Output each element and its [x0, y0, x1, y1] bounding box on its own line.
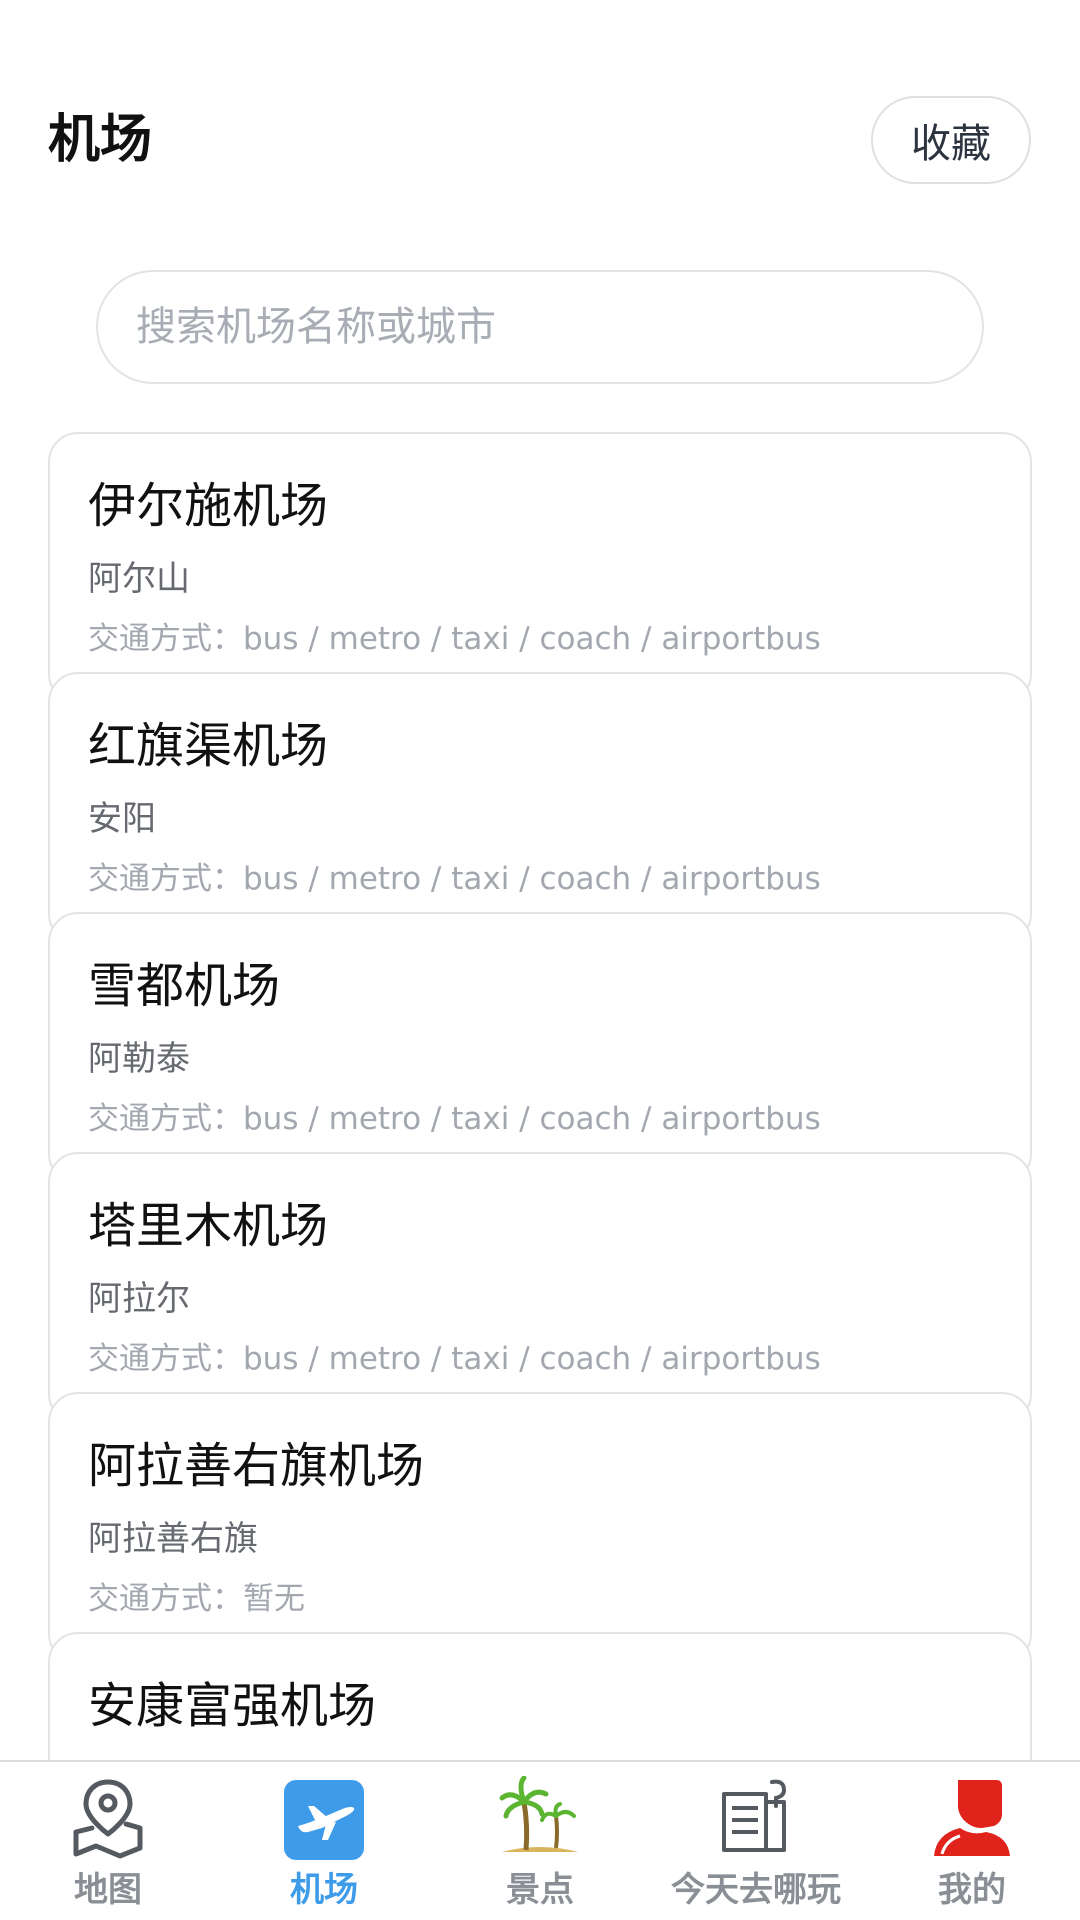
airport-name: 雪都机场: [88, 958, 281, 1014]
tab-label: 地图: [74, 1870, 142, 1910]
airport-list[interactable]: 伊尔施机场 阿尔山 交通方式：bus / metro / taxi / coac…: [48, 432, 1032, 1760]
tab-attractions[interactable]: 景点: [432, 1762, 648, 1920]
airport-card[interactable]: 伊尔施机场 阿尔山 交通方式：bus / metro / taxi / coac…: [48, 432, 1032, 704]
favorites-button[interactable]: 收藏: [871, 96, 1031, 184]
tab-airport[interactable]: 机场: [216, 1762, 432, 1920]
airport-transport: 交通方式：bus / metro / taxi / coach / airpor…: [88, 621, 821, 657]
airplane-icon: [284, 1780, 364, 1860]
tab-label: 景点: [506, 1870, 574, 1910]
airport-name: 塔里木机场: [88, 1198, 329, 1254]
page-title: 机场: [48, 110, 153, 170]
tab-label: 机场: [290, 1870, 358, 1910]
bottom-tab-bar: 地图 机场 景点 今天去哪玩 我的: [0, 1760, 1080, 1920]
airport-name: 阿拉善右旗机场: [88, 1438, 425, 1494]
tab-map[interactable]: 地图: [0, 1762, 216, 1920]
airport-card[interactable]: 安康富强机场: [48, 1632, 1032, 1760]
airport-transport: 交通方式：bus / metro / taxi / coach / airpor…: [88, 861, 821, 897]
airport-city: 阿勒泰: [88, 1039, 190, 1079]
tab-label: 我的: [938, 1870, 1006, 1910]
airport-transport: 交通方式：bus / metro / taxi / coach / airpor…: [88, 1101, 821, 1137]
airport-city: 阿拉尔: [88, 1279, 190, 1319]
tab-today[interactable]: 今天去哪玩: [648, 1762, 864, 1920]
search-box[interactable]: [96, 270, 984, 384]
document-icon: [722, 1779, 787, 1852]
user-icon: [934, 1780, 1010, 1856]
palm-tree-icon: [499, 1776, 578, 1852]
airport-card[interactable]: 塔里木机场 阿拉尔 交通方式：bus / metro / taxi / coac…: [48, 1152, 1032, 1424]
search-input[interactable]: [136, 272, 936, 382]
airport-city: 阿拉善右旗: [88, 1519, 258, 1559]
tab-mine[interactable]: 我的: [864, 1762, 1080, 1920]
airport-name: 伊尔施机场: [88, 478, 329, 534]
airport-card[interactable]: 阿拉善右旗机场 阿拉善右旗 交通方式：暂无: [48, 1392, 1032, 1664]
airport-name: 红旗渠机场: [88, 718, 329, 774]
airport-city: 阿尔山: [88, 559, 190, 599]
tab-label: 今天去哪玩: [671, 1870, 841, 1910]
airport-transport: 交通方式：bus / metro / taxi / coach / airpor…: [88, 1341, 821, 1377]
airport-card[interactable]: 红旗渠机场 安阳 交通方式：bus / metro / taxi / coach…: [48, 672, 1032, 944]
airport-city: 安阳: [88, 799, 156, 839]
airport-transport: 交通方式：暂无: [88, 1581, 305, 1617]
airport-card[interactable]: 雪都机场 阿勒泰 交通方式：bus / metro / taxi / coach…: [48, 912, 1032, 1184]
airport-name: 安康富强机场: [88, 1678, 377, 1734]
map-pin-icon: [73, 1779, 143, 1859]
header: 机场 收藏: [0, 0, 1080, 220]
